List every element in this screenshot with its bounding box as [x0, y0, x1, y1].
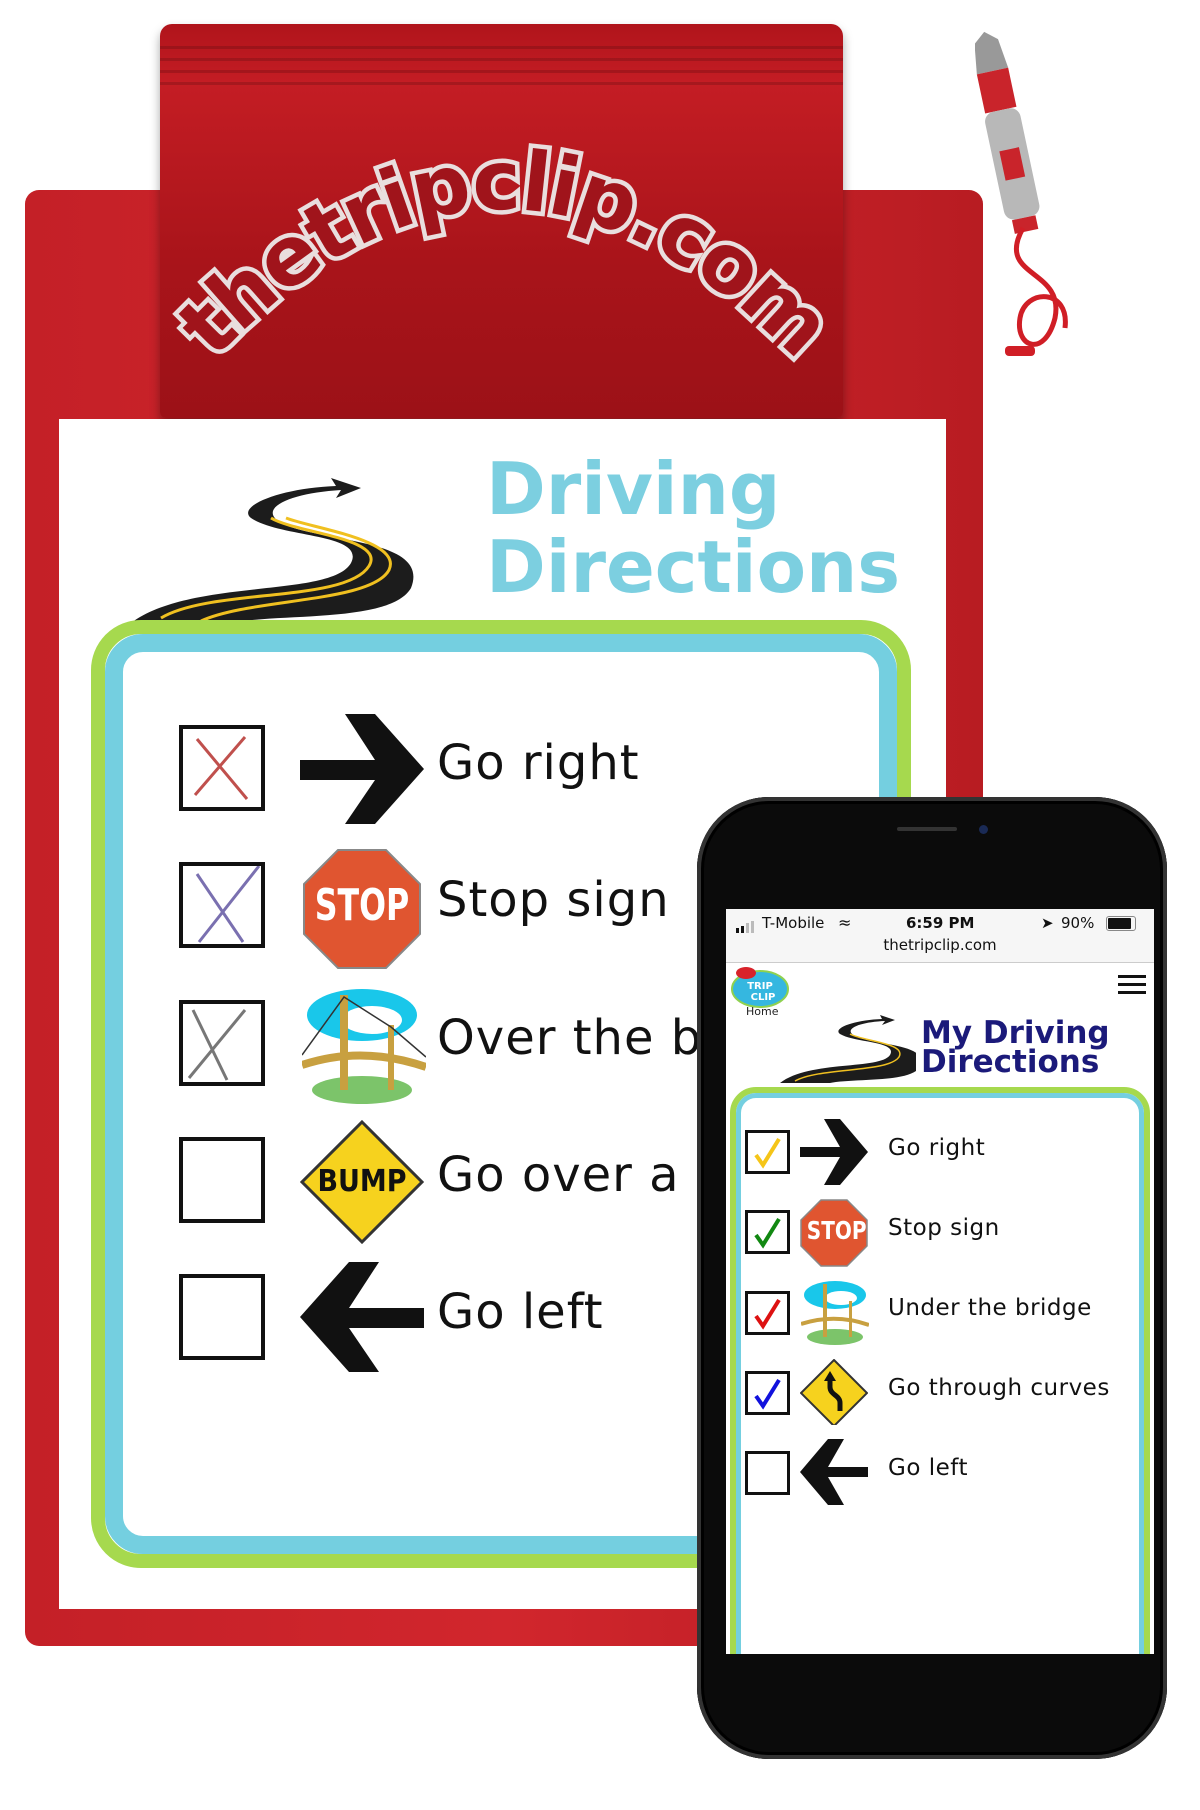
arrow-right-icon [300, 714, 424, 824]
checkbox[interactable] [179, 725, 265, 811]
bridge-icon [801, 1281, 869, 1345]
status-bar: T-Mobile ≈ 6:59 PM ➤ 90% thetripclip.com [726, 909, 1154, 963]
svg-text:CLIP: CLIP [751, 992, 776, 1003]
site-logo[interactable]: TRIP CLIP Home [730, 965, 792, 1018]
pen-icon [975, 31, 1068, 356]
clock: 6:59 PM [906, 914, 975, 932]
svg-text:TRIP: TRIP [747, 981, 773, 992]
checkbox[interactable] [179, 1274, 265, 1360]
stop-sign-text: STOP [314, 880, 410, 931]
item-label: Go left [888, 1455, 968, 1481]
checkbox[interactable] [745, 1371, 790, 1415]
x-mark-icon [193, 736, 249, 800]
checkmark-icon [754, 1298, 781, 1330]
clip-logo: thetripclip.com [160, 129, 843, 379]
checkbox[interactable] [179, 1000, 265, 1086]
bump-sign-text: BUMP [317, 1164, 407, 1199]
item-label: Under the bridge [888, 1295, 1092, 1321]
battery-icon [1106, 916, 1136, 931]
checkbox[interactable] [745, 1451, 790, 1495]
checkbox[interactable] [745, 1291, 790, 1335]
checklist-frame-inner [736, 1093, 1144, 1654]
hamburger-menu-icon[interactable] [1118, 975, 1146, 995]
item-label: Stop sign [888, 1215, 1000, 1241]
wifi-icon: ≈ [838, 913, 852, 932]
x-mark-icon [195, 865, 261, 943]
item-label: Stop sign [437, 872, 670, 928]
location-icon: ➤ [1041, 914, 1054, 932]
phone-screen: T-Mobile ≈ 6:59 PM ➤ 90% thetripclip.com… [726, 909, 1154, 1654]
item-label: Go right [888, 1135, 986, 1161]
checkbox[interactable] [179, 862, 265, 948]
item-label: Over the br [437, 1010, 723, 1066]
item-label: Go over a b [437, 1147, 728, 1203]
arrow-left-icon [300, 1262, 424, 1372]
clipboard-clip: thetripclip.com [160, 24, 843, 418]
item-label: Go left [437, 1284, 604, 1340]
url-bar[interactable]: thetripclip.com [726, 936, 1154, 954]
svg-text:thetripclip.com: thetripclip.com [160, 134, 843, 375]
arrow-right-icon [800, 1119, 868, 1185]
road-image [131, 478, 414, 623]
checkmark-icon [754, 1137, 781, 1169]
checkmark-icon [754, 1217, 781, 1249]
title-line-2: Directions [486, 525, 901, 609]
phone-title: My Driving Directions [921, 1018, 1110, 1080]
road-image [780, 1015, 916, 1083]
checkbox[interactable] [179, 1137, 265, 1223]
stop-sign-text: STOP [806, 1216, 867, 1245]
curves-sign-icon [800, 1359, 868, 1425]
item-label: Go through curves [888, 1375, 1110, 1401]
clipboard-title: Driving Directions [486, 450, 900, 606]
arrow-left-icon [800, 1439, 868, 1505]
checkmark-icon [754, 1378, 781, 1410]
title-line-1: Driving [486, 447, 781, 531]
trip-clip-logo: TRIPCLIP [731, 967, 789, 1008]
checkbox[interactable] [745, 1210, 790, 1254]
item-label: Go right [437, 735, 640, 791]
checkbox[interactable] [745, 1130, 790, 1174]
bridge-icon [302, 989, 426, 1104]
home-link[interactable]: Home [746, 1005, 778, 1018]
signal-icon [736, 919, 756, 937]
title-line-2: Directions [921, 1044, 1100, 1080]
carrier-label: T-Mobile [762, 914, 825, 932]
x-mark-icon [187, 1009, 247, 1081]
battery-percent: 90% [1061, 914, 1095, 932]
